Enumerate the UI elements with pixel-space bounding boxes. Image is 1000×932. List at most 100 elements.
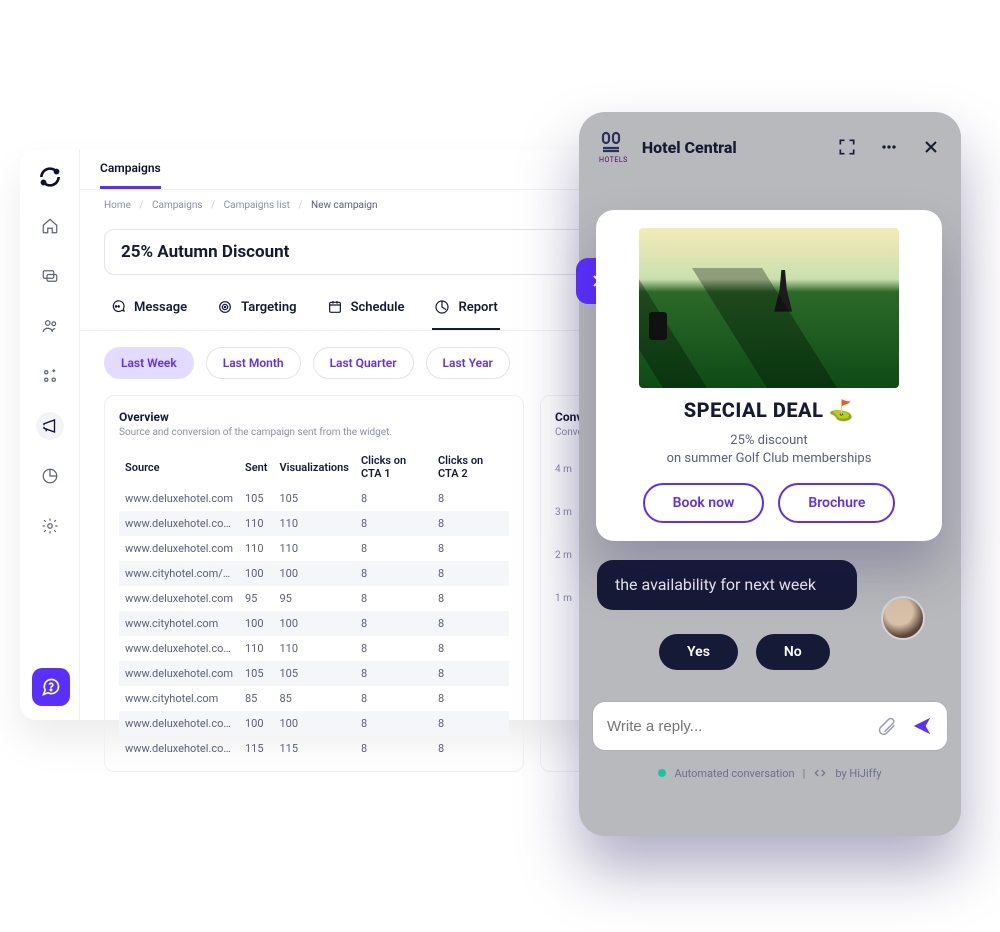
help-button[interactable] (32, 668, 70, 706)
cell-source: www.cityhotel.com/roo... (119, 561, 239, 586)
tab-report[interactable]: Report (432, 289, 499, 330)
table-row: www.deluxehotel.com/p...11011088 (119, 636, 509, 661)
tab-schedule-label: Schedule (351, 300, 405, 315)
table-row: www.deluxehotel.com/r...11011088 (119, 511, 509, 536)
cell-cta1: 8 (355, 511, 432, 536)
cell-cta2: 8 (432, 736, 509, 761)
cell-viz: 115 (273, 736, 354, 761)
chat-bubble: the availability for next week (597, 560, 857, 610)
footer-text: Automated conversation (674, 767, 794, 780)
sidebar-home-icon[interactable] (36, 212, 64, 240)
deal-ctas: Book now Brochure (643, 483, 896, 523)
overview-table: Source Sent Visualizations Clicks on CTA… (119, 448, 509, 761)
breadcrumb-current: New campaign (311, 200, 378, 211)
deal-image (639, 228, 899, 388)
brand-sublabel: HOTELS (599, 156, 628, 164)
table-row: www.deluxehotel.com11011088 (119, 536, 509, 561)
cell-cta2: 8 (432, 661, 509, 686)
tab-message-label: Message (134, 300, 187, 315)
pill-last-month[interactable]: Last Month (206, 347, 301, 379)
cell-sent: 95 (239, 586, 273, 611)
sidebar (20, 150, 80, 720)
cell-sent: 105 (239, 486, 273, 511)
brand-icon: HOTELS (599, 130, 628, 164)
cell-source: www.cityhotel.com (119, 686, 239, 711)
cell-cta1: 8 (355, 561, 432, 586)
cell-sent: 85 (239, 686, 273, 711)
breadcrumb-item[interactable]: Campaigns (152, 200, 203, 211)
tab-targeting-label: Targeting (241, 300, 296, 315)
cell-source: www.deluxehotel.com/p... (119, 636, 239, 661)
brochure-button[interactable]: Brochure (778, 483, 895, 523)
close-icon[interactable] (921, 137, 941, 157)
cell-sent: 105 (239, 661, 273, 686)
cell-source: www.deluxehotel.com/a... (119, 711, 239, 736)
cell-cta2: 8 (432, 636, 509, 661)
cell-viz: 100 (273, 711, 354, 736)
col-viz: Visualizations (273, 448, 354, 486)
reply-input[interactable] (607, 718, 877, 735)
quick-reply-yes[interactable]: Yes (659, 634, 738, 670)
sidebar-apps-icon[interactable] (36, 362, 64, 390)
widget-footer: Automated conversation | by HiJiffy (579, 766, 961, 780)
cell-sent: 115 (239, 736, 273, 761)
cell-source: www.deluxehotel.com (119, 661, 239, 686)
breadcrumb-item[interactable]: Campaigns list (224, 200, 290, 211)
breadcrumb-item[interactable]: Home (104, 200, 131, 211)
table-row: www.deluxehotel.com10510588 (119, 661, 509, 686)
attach-icon[interactable] (877, 716, 897, 736)
cell-cta2: 8 (432, 536, 509, 561)
tab-schedule[interactable]: Schedule (325, 289, 407, 330)
cell-sent: 100 (239, 711, 273, 736)
cell-cta1: 8 (355, 536, 432, 561)
app-logo (37, 164, 63, 190)
cell-cta2: 8 (432, 686, 509, 711)
tab-report-label: Report (458, 300, 497, 315)
table-row: www.deluxehotel.com/a...10010088 (119, 711, 509, 736)
col-sent: Sent (239, 448, 273, 486)
expand-icon[interactable] (837, 137, 857, 157)
sidebar-campaigns-icon[interactable] (36, 412, 64, 440)
reply-input-wrap[interactable] (593, 702, 947, 750)
cell-cta1: 8 (355, 686, 432, 711)
sidebar-chat-icon[interactable] (36, 262, 64, 290)
deal-text: 25% discount on summer Golf Club members… (667, 432, 872, 467)
sidebar-users-icon[interactable] (36, 312, 64, 340)
table-row: www.cityhotel.com10010088 (119, 611, 509, 636)
cell-cta2: 8 (432, 486, 509, 511)
cell-viz: 100 (273, 561, 354, 586)
topbar-tab-campaigns[interactable]: Campaigns (100, 161, 161, 189)
book-now-button[interactable]: Book now (643, 483, 765, 523)
cell-cta2: 8 (432, 561, 509, 586)
sidebar-settings-icon[interactable] (36, 512, 64, 540)
table-row: www.deluxehotel.com959588 (119, 586, 509, 611)
overview-sub: Source and conversion of the campaign se… (119, 427, 509, 438)
cell-cta2: 8 (432, 611, 509, 636)
cell-viz: 95 (273, 586, 354, 611)
cell-cta1: 8 (355, 736, 432, 761)
cell-sent: 110 (239, 636, 273, 661)
pill-last-year[interactable]: Last Year (426, 347, 510, 379)
cell-viz: 110 (273, 636, 354, 661)
cell-cta1: 8 (355, 586, 432, 611)
quick-reply-no[interactable]: No (756, 634, 830, 670)
table-row: www.deluxehotel.com/p...11511588 (119, 736, 509, 761)
cell-cta1: 8 (355, 661, 432, 686)
more-icon[interactable] (879, 137, 899, 157)
pill-last-week[interactable]: Last Week (104, 347, 194, 379)
tab-message[interactable]: Message (108, 289, 189, 330)
overview-card: Overview Source and conversion of the ca… (104, 395, 524, 772)
deal-popover: SPECIAL DEAL ⛳ 25% discount on summer Go… (596, 210, 942, 541)
send-icon[interactable] (911, 715, 933, 737)
cell-viz: 85 (273, 686, 354, 711)
cell-sent: 100 (239, 561, 273, 586)
cell-viz: 110 (273, 511, 354, 536)
cell-viz: 110 (273, 536, 354, 561)
tab-targeting[interactable]: Targeting (215, 289, 298, 330)
sidebar-analytics-icon[interactable] (36, 462, 64, 490)
cell-viz: 100 (273, 611, 354, 636)
avatar (881, 596, 925, 640)
pill-last-quarter[interactable]: Last Quarter (313, 347, 414, 379)
footer-by: by HiJiffy (835, 767, 881, 780)
code-icon (813, 766, 827, 780)
